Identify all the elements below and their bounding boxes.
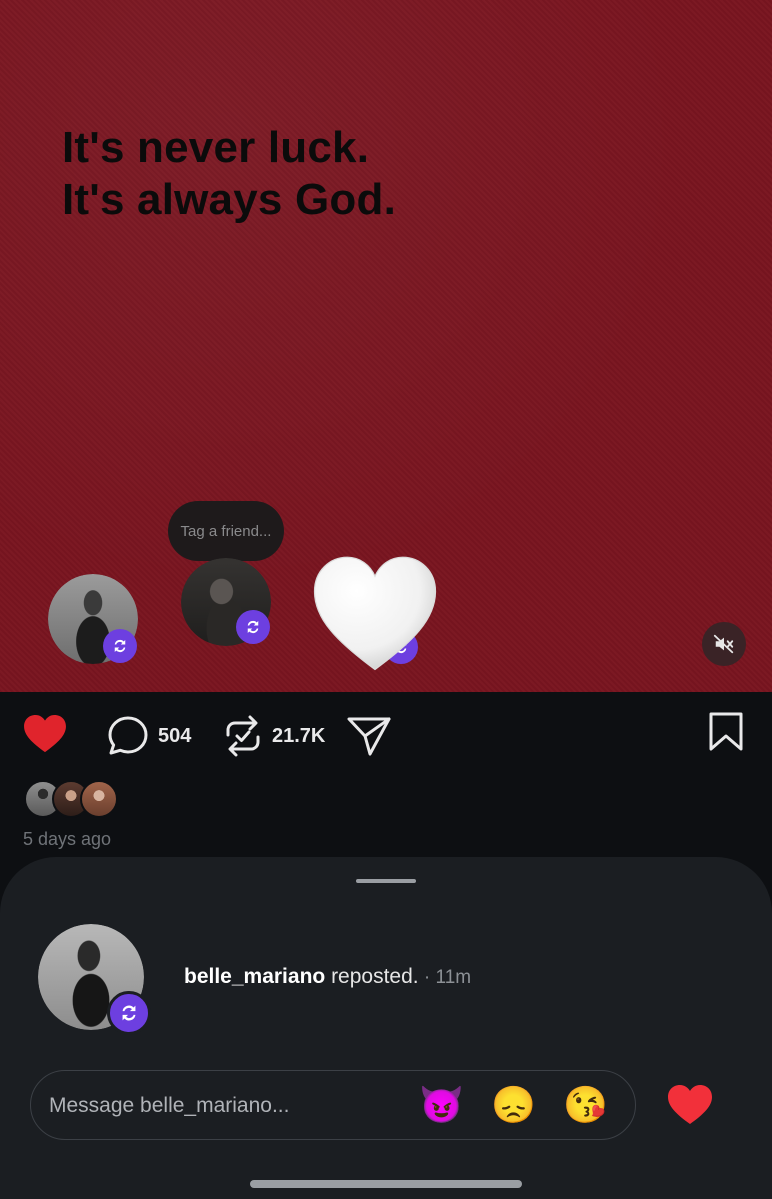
white-heart-reaction-icon	[313, 556, 437, 671]
like-button[interactable]	[22, 714, 68, 754]
quick-reaction-kiss[interactable]: 😘	[563, 1083, 608, 1127]
heart-filled-icon	[24, 714, 66, 753]
send-heart-button[interactable]	[666, 1083, 714, 1127]
tag-friend-bubble[interactable]: Tag a friend...	[168, 501, 284, 561]
sheet-grabber[interactable]	[356, 879, 416, 883]
post-media[interactable]: It's never luck. It's always God. Tag a …	[0, 0, 772, 692]
avatar	[80, 780, 118, 818]
repost-badge	[103, 629, 137, 663]
repost-count: 21.7K	[272, 724, 326, 747]
repost-badge	[107, 991, 151, 1035]
repost-button[interactable]: 21.7K	[222, 714, 325, 758]
share-button[interactable]	[346, 714, 392, 758]
repost-icon	[247, 620, 259, 634]
quick-reaction-devil[interactable]: 😈	[419, 1083, 464, 1127]
bookmark-icon	[709, 712, 743, 751]
comment-count: 504	[158, 724, 192, 747]
mute-button[interactable]	[702, 622, 746, 666]
username-link[interactable]: belle_mariano	[184, 965, 325, 988]
post-timestamp: 5 days ago	[23, 829, 112, 849]
repost-badge	[236, 610, 270, 644]
repost-bottom-sheet: belle_mariano reposted. · 11m 😈 😞 😘	[0, 857, 772, 1199]
post-quote: It's never luck. It's always God.	[62, 122, 396, 226]
message-composer: 😈 😞 😘	[30, 1070, 636, 1141]
repost-time: 11m	[435, 967, 472, 988]
save-button[interactable]	[708, 712, 744, 752]
message-input[interactable]	[49, 1071, 409, 1141]
separator: ·	[418, 967, 436, 988]
comment-bubble-icon	[108, 716, 148, 755]
home-indicator[interactable]	[250, 1180, 522, 1188]
repost-icon	[114, 639, 126, 653]
speaker-muted-icon	[713, 634, 734, 654]
quick-reaction-disappointed[interactable]: 😞	[491, 1083, 536, 1127]
comment-button[interactable]: 504	[106, 714, 191, 758]
repost-action-text: reposted.	[325, 965, 419, 988]
post-action-bar: 504 21.7K	[0, 692, 772, 776]
repost-notice: belle_mariano reposted. · 11m	[184, 965, 471, 989]
repost-icon	[122, 1005, 136, 1021]
repost-icon	[226, 715, 260, 757]
quote-line-1: It's never luck.	[62, 123, 370, 172]
quote-line-2: It's always God.	[62, 175, 396, 224]
paper-plane-icon	[347, 717, 391, 756]
